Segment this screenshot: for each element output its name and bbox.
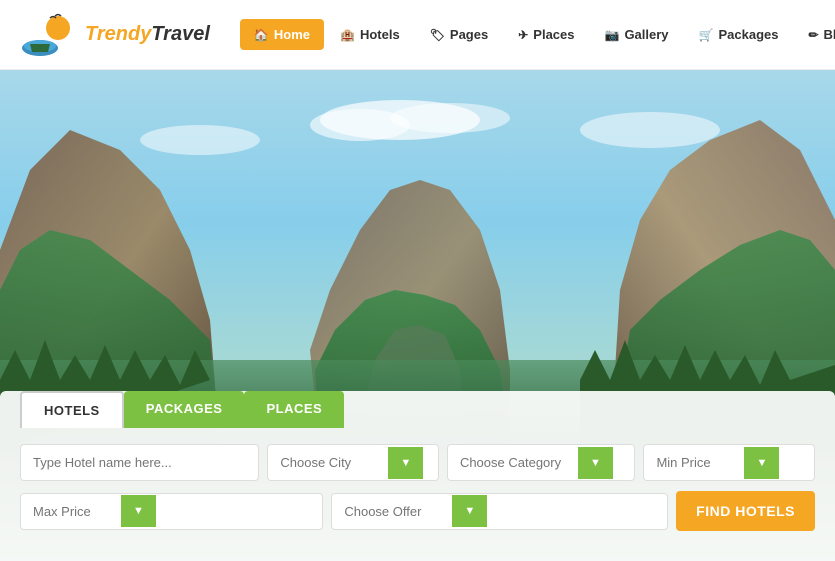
logo-text: TrendyTravel — [85, 23, 210, 46]
tab-packages[interactable]: PACKAGES — [124, 391, 245, 428]
home-icon: 🏠 — [254, 28, 269, 42]
category-field — [447, 444, 636, 481]
search-tabs: HOTELS PACKAGES PLACES — [20, 391, 815, 428]
search-row-2: FIND HOTELS — [20, 491, 815, 531]
nav-gallery[interactable]: 📷 Gallery — [590, 19, 682, 50]
offer-field — [331, 493, 668, 530]
city-input[interactable] — [268, 445, 388, 480]
pages-icon: 🏷 — [430, 28, 445, 42]
city-dropdown-btn[interactable] — [388, 447, 423, 479]
tab-places[interactable]: PLACES — [244, 391, 344, 428]
max-price-field — [20, 493, 323, 530]
offer-input[interactable] — [332, 494, 452, 529]
hotel-name-field — [20, 444, 259, 481]
search-row-1 — [20, 444, 815, 481]
hotel-name-input[interactable] — [21, 445, 206, 480]
city-field — [267, 444, 439, 481]
nav-blog[interactable]: ✏ Blog — [794, 19, 835, 50]
nav-pages[interactable]: 🏷 Pages — [416, 19, 503, 50]
offer-dropdown-btn[interactable] — [452, 495, 487, 527]
category-dropdown-btn[interactable] — [578, 447, 613, 479]
places-icon: ✈ — [518, 28, 528, 42]
max-price-input[interactable] — [21, 494, 121, 529]
tab-hotels[interactable]: HOTELS — [20, 391, 124, 428]
logo-icon — [20, 10, 80, 60]
packages-icon: 🛒 — [699, 28, 714, 42]
blog-icon: ✏ — [808, 28, 818, 42]
category-input[interactable] — [448, 445, 578, 480]
search-panel: HOTELS PACKAGES PLACES — [0, 391, 835, 561]
gallery-icon: 📷 — [604, 28, 619, 42]
nav-packages[interactable]: 🛒 Packages — [685, 19, 793, 50]
max-price-dropdown-btn[interactable] — [121, 495, 156, 527]
header: TrendyTravel 🏠 Home 🏨 Hotels 🏷 Pages ✈ P… — [0, 0, 835, 70]
min-price-dropdown-btn[interactable] — [744, 447, 779, 479]
main-nav: 🏠 Home 🏨 Hotels 🏷 Pages ✈ Places 📷 Galle… — [240, 19, 835, 50]
min-price-input[interactable] — [644, 445, 744, 480]
find-hotels-button[interactable]: FIND HOTELS — [676, 491, 815, 531]
nav-home[interactable]: 🏠 Home — [240, 19, 324, 50]
nav-hotels[interactable]: 🏨 Hotels — [326, 19, 414, 50]
min-price-field — [643, 444, 815, 481]
logo: TrendyTravel — [20, 10, 210, 60]
nav-places[interactable]: ✈ Places — [504, 19, 588, 50]
hero-section: HOTELS PACKAGES PLACES — [0, 70, 835, 561]
hotels-icon: 🏨 — [340, 28, 355, 42]
